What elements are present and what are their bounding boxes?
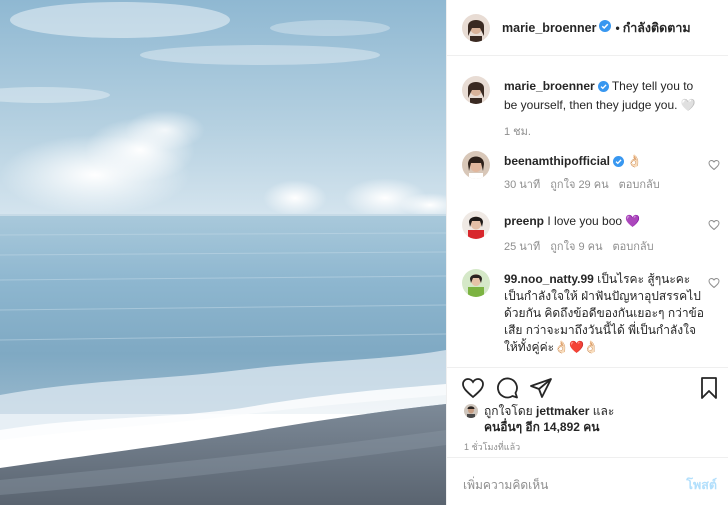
post-header: marie_broenner • กำลังติดตาม bbox=[447, 0, 728, 56]
avatar-image bbox=[464, 404, 478, 418]
like-comment-heart-icon[interactable] bbox=[708, 277, 720, 289]
caption: marie_broenner They tell you to be yours… bbox=[462, 76, 724, 138]
comment-likes[interactable]: ถูกใจ 29 คน bbox=[550, 179, 608, 191]
comment-body: 99.noo_natty.99 เป็นไรคะ สู้ๆนะคะ เป็นกำ… bbox=[504, 271, 709, 356]
avatar-image bbox=[462, 151, 490, 179]
comment-text: 👌🏻 bbox=[627, 154, 643, 168]
comment-username[interactable]: preenp bbox=[504, 214, 544, 228]
verified-badge-icon bbox=[599, 20, 612, 35]
comment-item: 99.noo_natty.99 เป็นไรคะ สู้ๆนะคะ เป็นกำ… bbox=[462, 269, 724, 367]
like-comment-heart-icon[interactable] bbox=[708, 219, 720, 231]
save-bookmark-icon[interactable] bbox=[697, 376, 721, 400]
add-comment-bar: เพิ่มความคิดเห็น โพสต์ bbox=[447, 457, 728, 505]
post-sidebar: marie_broenner • กำลังติดตาม marie_broen… bbox=[446, 0, 728, 505]
liker-avatar[interactable] bbox=[464, 404, 478, 418]
likes-and: และ bbox=[592, 404, 615, 418]
likes-others-count[interactable]: คนอื่นๆ อีก 14,892 คน bbox=[484, 420, 600, 434]
avatar-image bbox=[462, 13, 490, 42]
comment-avatar[interactable] bbox=[462, 211, 490, 239]
comment-time[interactable]: 30 นาที bbox=[504, 179, 540, 191]
caption-body: marie_broenner They tell you to be yours… bbox=[504, 78, 704, 114]
likes-text: ถูกใจโดย jettmaker และ คนอื่นๆ อีก 14,89… bbox=[484, 403, 724, 435]
likes-prefix: ถูกใจโดย bbox=[484, 404, 533, 418]
caption-time[interactable]: 1 ชม. bbox=[504, 126, 531, 138]
post-actions bbox=[447, 367, 728, 407]
comment-time[interactable]: 25 นาที bbox=[504, 241, 540, 253]
comment-text: I love you boo 💜 bbox=[547, 214, 641, 228]
sea-horizon-photo bbox=[0, 0, 446, 505]
liker-username[interactable]: jettmaker bbox=[536, 404, 589, 418]
avatar-image bbox=[462, 76, 490, 104]
reply-button[interactable]: ตอบกลับ bbox=[619, 179, 660, 191]
avatar-image bbox=[462, 269, 490, 297]
post-photo[interactable] bbox=[0, 0, 446, 505]
following-button[interactable]: กำลังติดตาม bbox=[623, 18, 691, 38]
author-username[interactable]: marie_broenner bbox=[502, 21, 596, 35]
author-avatar[interactable] bbox=[462, 13, 490, 42]
header-separator: • bbox=[615, 20, 620, 35]
like-comment-heart-icon[interactable] bbox=[708, 159, 720, 171]
verified-badge-icon bbox=[613, 155, 625, 172]
caption-meta: 1 ชม. bbox=[504, 122, 541, 140]
comment-avatar[interactable] bbox=[462, 269, 490, 297]
comment-body: preenp I love you boo 💜 bbox=[504, 213, 704, 230]
comment-meta: 30 นาที ถูกใจ 29 คน ตอบกลับ bbox=[504, 175, 670, 193]
reply-button[interactable]: ตอบกลับ bbox=[613, 241, 654, 253]
like-heart-icon[interactable] bbox=[461, 376, 485, 400]
comment-bubble-icon[interactable] bbox=[495, 376, 519, 400]
comment-item: preenp I love you boo 💜 25 นาที ถูกใจ 9 ค… bbox=[462, 211, 724, 259]
post-timestamp[interactable]: 1 ชั่วโมงที่แล้ว bbox=[464, 440, 520, 454]
comments-list: marie_broenner They tell you to be yours… bbox=[447, 57, 728, 367]
verified-badge-icon bbox=[597, 80, 609, 97]
comment-username[interactable]: 99.noo_natty.99 bbox=[504, 272, 594, 286]
comment-avatar[interactable] bbox=[462, 151, 490, 179]
comment-meta: 25 นาที ถูกใจ 9 คน ตอบกลับ bbox=[504, 237, 664, 255]
comment-username[interactable]: beenamthipofficial bbox=[504, 154, 610, 168]
add-comment-input[interactable]: เพิ่มความคิดเห็น bbox=[463, 476, 548, 495]
post-comment-button[interactable]: โพสต์ bbox=[686, 475, 717, 495]
comment-likes[interactable]: ถูกใจ 9 คน bbox=[550, 241, 602, 253]
share-send-icon[interactable] bbox=[529, 376, 553, 400]
caption-avatar[interactable] bbox=[462, 76, 490, 104]
avatar-image bbox=[462, 211, 490, 239]
caption-username[interactable]: marie_broenner bbox=[504, 79, 595, 93]
comment-body: beenamthipofficial 👌🏻 bbox=[504, 153, 704, 172]
comment-item: beenamthipofficial 👌🏻 30 นาที ถูกใจ 29 คน… bbox=[462, 151, 724, 199]
